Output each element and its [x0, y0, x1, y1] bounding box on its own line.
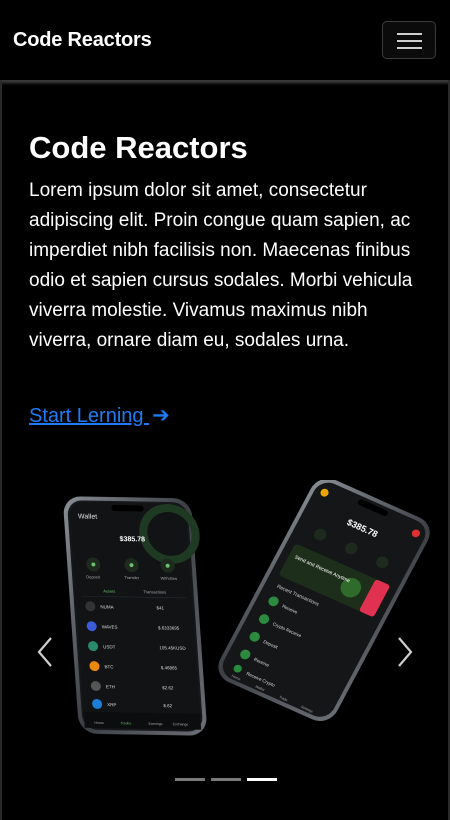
carousel-indicator-2[interactable]: [211, 778, 241, 781]
left-asset-4-value: $.46865: [161, 665, 178, 670]
hero-description: Lorem ipsum dolor sit amet, consectetur …: [29, 180, 413, 351]
left-asset-2: WAVES: [102, 624, 118, 629]
hero-title: Code Reactors: [29, 130, 248, 165]
brand-logo-text[interactable]: Code Reactors: [13, 29, 152, 52]
left-phone-balance: $385.78: [119, 536, 145, 543]
left-asset-5: ETH: [106, 684, 115, 689]
left-tab-transactions: Transactions: [143, 589, 166, 594]
left-asset-4: BTC: [104, 664, 114, 669]
left-asset-1-value: $41: [156, 605, 164, 610]
left-action-1: Deposit: [86, 574, 101, 579]
left-asset-2-value: $.6333695: [158, 625, 180, 630]
start-learning-label: Start Lerning: [29, 405, 150, 427]
chevron-left-icon: [37, 637, 52, 667]
carousel-indicators: [0, 778, 450, 784]
left-asset-6-value: $.62: [163, 703, 173, 708]
left-asset-3-value: 105.45KUSD: [159, 645, 186, 650]
left-asset-6: XRP: [107, 702, 117, 707]
left-phone: Wallet $385.78 Deposit Transfer Withdraw…: [63, 496, 207, 736]
right-phone: $385.78 Send and Receive Anytime Recent …: [218, 480, 430, 721]
phones-image: Wallet $385.78 Deposit Transfer Withdraw…: [63, 480, 430, 736]
left-action-2: Transfer: [124, 575, 140, 580]
left-tab-assets: Assets: [103, 589, 115, 594]
left-nav-3: Earnings: [148, 722, 162, 726]
navbar-toggler-button[interactable]: [382, 21, 436, 59]
left-phone-title: Wallet: [78, 513, 98, 520]
start-learning-link[interactable]: Start Lerning ➔: [29, 403, 170, 428]
left-action-3: Withdraw: [160, 576, 177, 581]
carousel-next-button[interactable]: [390, 632, 420, 672]
left-asset-1: NUMA: [100, 604, 114, 609]
left-nav-4: Exchange: [173, 722, 189, 726]
left-asset-5-value: $2.62: [162, 685, 174, 690]
carousel-indicator-3[interactable]: [247, 778, 277, 781]
left-nav-1: Home: [94, 721, 104, 725]
left-nav-2: Trades: [120, 721, 131, 725]
left-asset-3: USDT: [103, 644, 116, 649]
navbar: Code Reactors: [0, 0, 450, 81]
carousel-prev-button[interactable]: [30, 632, 60, 672]
arrow-right-icon: ➔: [152, 404, 170, 427]
carousel-indicator-1[interactable]: [175, 778, 205, 781]
chevron-right-icon: [398, 637, 413, 667]
carousel: Wallet $385.78 Deposit Transfer Withdraw…: [0, 480, 450, 800]
